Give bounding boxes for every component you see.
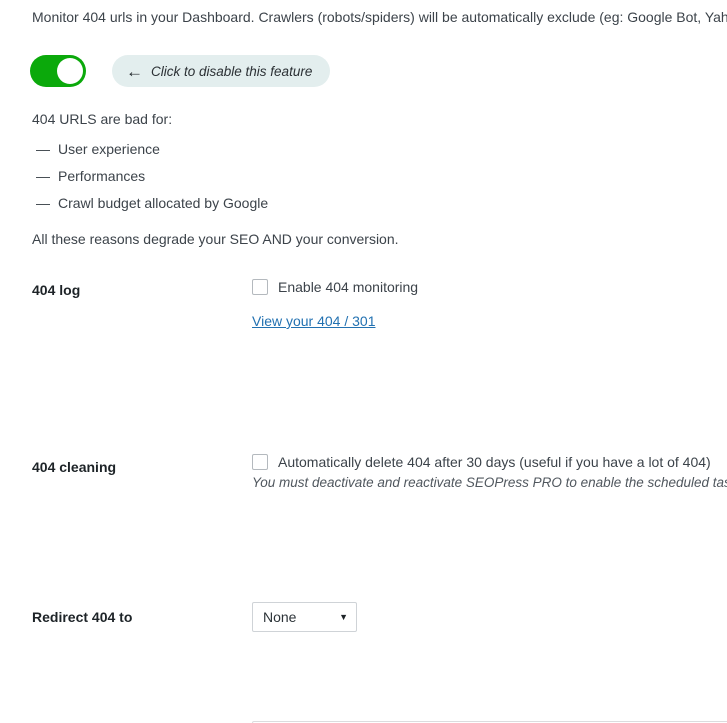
row-email-notifications: Email notifications 1 mail each time a n… xyxy=(0,613,727,673)
list-item-label: Performances xyxy=(58,168,146,184)
left-arrow-icon: ← xyxy=(126,61,143,81)
list-item: — User experience xyxy=(36,141,268,168)
feature-toggle-row: ← Click to disable this feature xyxy=(30,55,331,87)
enable-404-monitoring-label: Enable 404 monitoring xyxy=(278,279,419,295)
row-status-code: Status code of redirections 301 redirect… xyxy=(0,553,727,613)
row-redirect-specific-url: Redirect to specific URL xyxy=(0,493,727,723)
callout-text: Click to disable this feature xyxy=(151,63,313,79)
bad-for-summary: All these reasons degrade your SEO AND y… xyxy=(32,231,399,247)
list-item-label: User experience xyxy=(58,141,160,157)
row-send-emails-to: Send emails to xyxy=(0,673,727,723)
list-item-label: Crawl budget allocated by Google xyxy=(58,195,269,211)
dash-marker-icon: — xyxy=(36,141,50,157)
settings-form: 404 log Enable 404 monitoring View your … xyxy=(0,268,727,723)
dash-marker-icon: — xyxy=(36,195,50,211)
row-404-cleaning: 404 cleaning Automatically delete 404 af… xyxy=(0,358,727,490)
view-404-301-link[interactable]: View your 404 / 301 xyxy=(252,313,376,329)
enable-404-monitoring-checkbox[interactable] xyxy=(252,279,268,295)
seopress-404-settings-page: Monitor 404 urls in your Dashboard. Craw… xyxy=(0,0,727,723)
dash-marker-icon: — xyxy=(36,168,50,184)
disable-feature-callout: ← Click to disable this feature xyxy=(112,55,331,87)
row-404-log: 404 log Enable 404 monitoring View your … xyxy=(0,268,727,358)
list-item: — Crawl budget allocated by Google xyxy=(36,195,268,222)
list-item: — Performances xyxy=(36,168,268,195)
bad-for-title: 404 URLS are bad for: xyxy=(32,111,173,127)
enable-feature-toggle[interactable] xyxy=(30,55,86,87)
toggle-knob xyxy=(57,58,83,84)
field-404-log: Enable 404 monitoring View your 404 / 30… xyxy=(252,279,727,329)
row-redirect-404-to: Redirect 404 to None ▼ xyxy=(0,433,727,632)
bad-for-list: — User experience — Performances — Crawl… xyxy=(36,141,268,222)
intro-description: Monitor 404 urls in your Dashboard. Craw… xyxy=(32,9,727,25)
enable-404-monitoring-row[interactable]: Enable 404 monitoring xyxy=(252,279,727,295)
row-label-404-log: 404 log xyxy=(32,282,81,298)
